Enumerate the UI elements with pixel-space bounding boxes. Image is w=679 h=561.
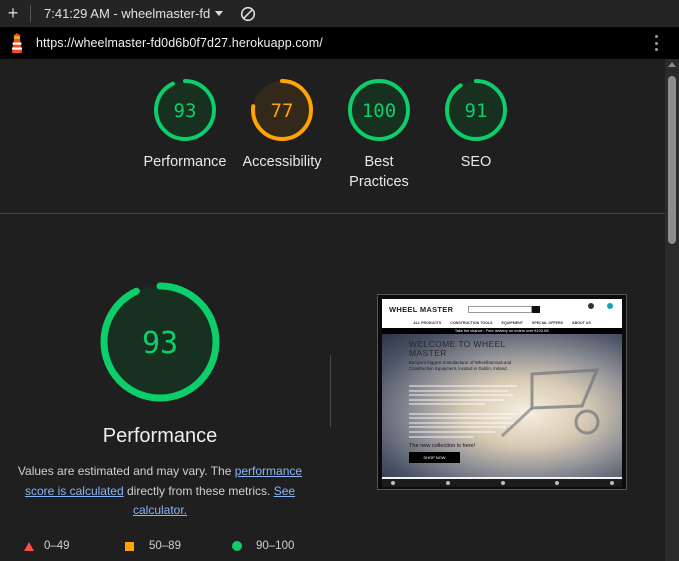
- performance-heading: Performance: [102, 425, 218, 447]
- desc-text-2: directly from these metrics.: [123, 483, 274, 498]
- best-practices-gauge-ring: 100: [348, 79, 410, 141]
- performance-gauge-ring: 93: [154, 79, 216, 141]
- vertical-divider: [330, 355, 331, 427]
- thumb-nav-item: ALL PRODUCTS: [413, 321, 442, 325]
- performance-description: Values are estimated and may vary. The p…: [10, 462, 310, 521]
- legend-pass: 90–100: [232, 540, 294, 552]
- desc-text-1: Values are estimated and may vary. The: [17, 464, 235, 478]
- section-divider: [0, 213, 665, 214]
- gauge-label-performance: Performance: [143, 154, 227, 170]
- accessibility-gauge-ring: 77: [251, 79, 313, 141]
- more-options-icon[interactable]: [655, 35, 659, 51]
- report-selector-label[interactable]: 7:41:29 AM - wheelmaster-fd: [44, 6, 210, 21]
- seo-score: 91: [465, 100, 488, 122]
- thumb-nav-item: CONSTRUCTION TOOLS: [450, 321, 493, 325]
- new-report-button[interactable]: +: [0, 0, 26, 27]
- thumb-nav-item: SPECIAL OFFERS: [531, 321, 564, 325]
- performance-large-gauge: 93: [100, 282, 220, 402]
- thumb-facebook-icon: [391, 481, 395, 485]
- thumb-nav-item: ABOUT US: [572, 321, 591, 325]
- thumb-heading: WELCOME TO WHEEL MASTER: [409, 339, 506, 358]
- devtools-toolbar: + 7:41:29 AM - wheelmaster-fd: [0, 0, 679, 27]
- report-url[interactable]: https://wheelmaster-fd0d6b0f7d27.herokua…: [36, 36, 323, 50]
- accessibility-score: 77: [271, 100, 294, 122]
- score-legend: 0–49 50–89 90–100: [0, 539, 330, 555]
- gauge-accessibility[interactable]: 77 Accessibility: [227, 78, 337, 172]
- thumb-header: WHEEL MASTER: [382, 299, 622, 321]
- average-square-icon: [125, 541, 134, 551]
- best-practices-score: 100: [362, 100, 396, 122]
- legend-range-pass: 90–100: [256, 540, 295, 552]
- clear-block-icon[interactable]: [240, 6, 256, 22]
- thumb-shop-button: SHOP NOW: [409, 452, 460, 463]
- legend-average: 50–89: [125, 540, 181, 552]
- fail-triangle-icon: [24, 541, 34, 551]
- toolbar-divider: [30, 5, 31, 22]
- thumb-github-icon: [610, 481, 614, 485]
- category-gauges: 93 Performance 77 Accessibility 100 Best…: [0, 78, 665, 198]
- thumb-twitter-icon: [446, 481, 450, 485]
- legend-fail: 0–49: [24, 540, 70, 552]
- legend-range-fail: 0–49: [44, 540, 70, 552]
- gauge-best-practices[interactable]: 100 Best Practices: [324, 78, 434, 192]
- thumb-paragraph-lines: [409, 385, 517, 440]
- thumb-nav-item: EQUIPMENT: [501, 321, 523, 325]
- performance-large-score: 93: [142, 326, 178, 361]
- seo-gauge-ring: 91: [445, 79, 507, 141]
- thumb-subheading: Europe's biggest manufacturer of Wheelba…: [409, 360, 512, 371]
- thumb-bag-icon: [607, 303, 613, 309]
- report-url-bar: https://wheelmaster-fd0d6b0f7d27.herokua…: [0, 27, 679, 59]
- gauge-label-accessibility: Accessibility: [242, 154, 322, 170]
- thumb-search-input: [468, 306, 532, 313]
- final-screenshot-thumbnail[interactable]: WHEEL MASTER ALL PRODUCTS CONSTRUCTION T…: [377, 294, 627, 490]
- pass-circle-icon: [232, 541, 242, 551]
- thumbnail-page: WHEEL MASTER ALL PRODUCTS CONSTRUCTION T…: [382, 299, 622, 479]
- legend-range-average: 50–89: [149, 540, 181, 552]
- scrollbar-thumb[interactable]: [668, 76, 676, 244]
- thumb-logo: WHEEL MASTER: [389, 305, 454, 314]
- thumb-search-icon: [532, 306, 540, 313]
- thumb-new-collection: The new collection is here!: [409, 443, 476, 449]
- lighthouse-logo-icon: [12, 33, 22, 53]
- performance-score: 93: [174, 100, 197, 122]
- thumb-account-icon: [588, 303, 594, 309]
- gauge-seo[interactable]: 91 SEO: [421, 78, 531, 172]
- gauge-label-seo: SEO: [460, 154, 492, 170]
- chevron-down-icon[interactable]: [215, 11, 224, 16]
- thumb-instagram-icon: [501, 481, 505, 485]
- plus-icon: +: [7, 3, 19, 23]
- gauge-label-best-practices: Best Practices: [349, 154, 409, 190]
- gauge-performance[interactable]: 93 Performance: [130, 78, 240, 172]
- thumb-linkedin-icon: [555, 481, 559, 485]
- scroll-up-arrow-icon[interactable]: [668, 62, 676, 67]
- thumb-nav: ALL PRODUCTS CONSTRUCTION TOOLS EQUIPMEN…: [382, 321, 622, 328]
